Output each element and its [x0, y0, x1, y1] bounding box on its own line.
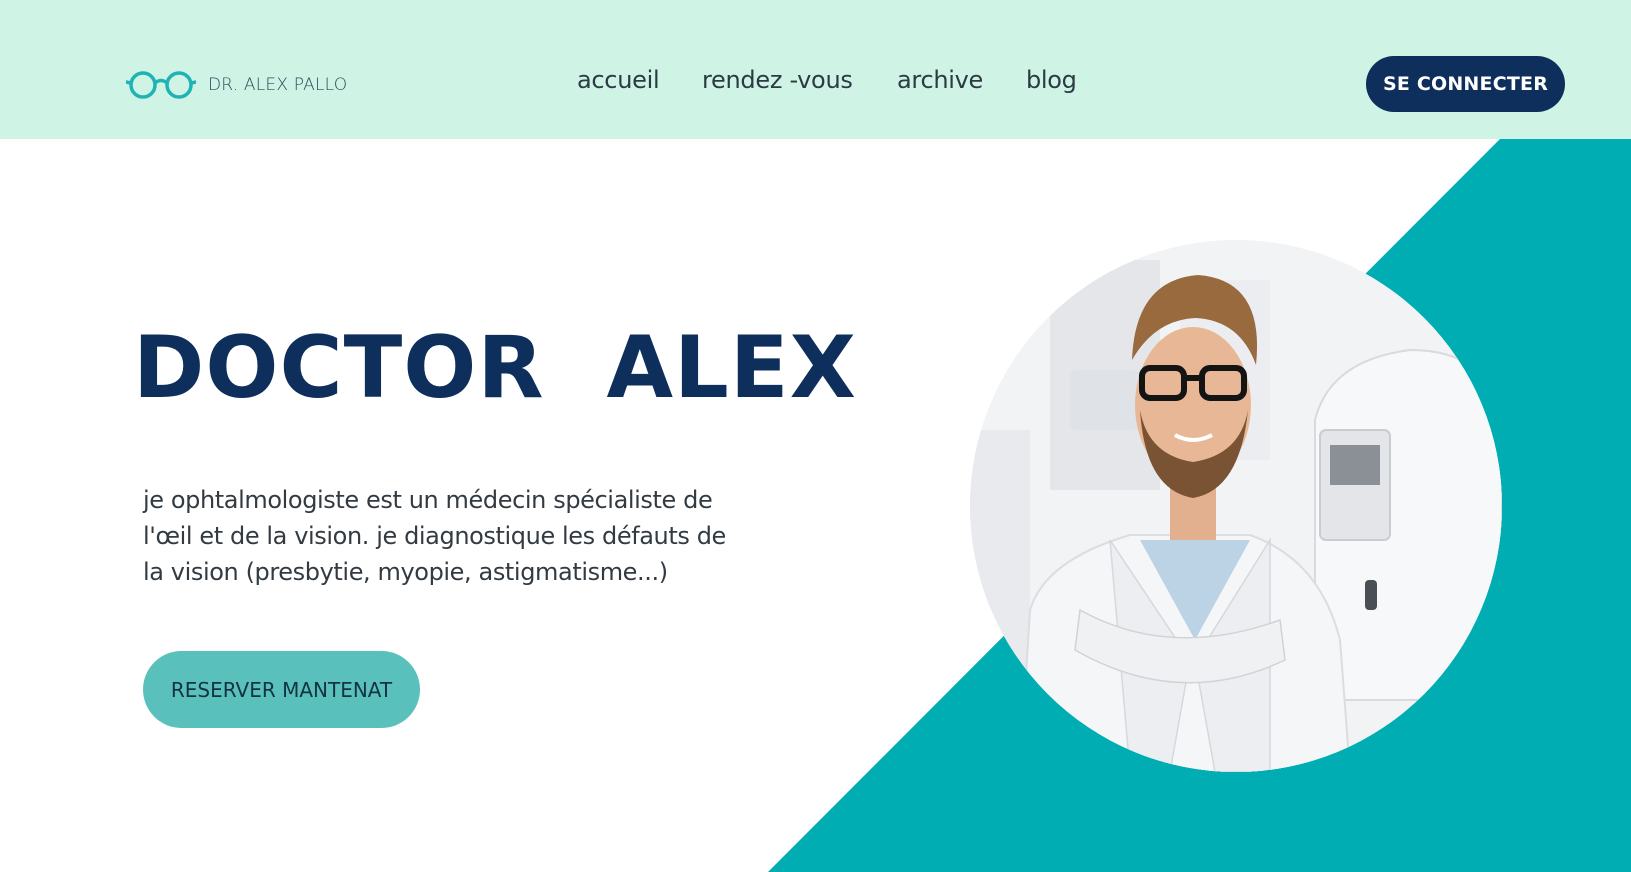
glasses-icon [126, 71, 196, 99]
logo[interactable]: DR. ALEX PALLO [126, 69, 347, 101]
nav-accueil[interactable]: accueil [577, 66, 660, 94]
hero-description: je ophtalmologiste est un médecin spécia… [143, 486, 726, 586]
hero-title: DOCTOR ALEX [133, 318, 857, 418]
nav-blog[interactable]: blog [1026, 66, 1077, 94]
nav-rendez-vous[interactable]: rendez -vous [702, 66, 853, 94]
book-now-button[interactable]: RESERVER MANTENAT [143, 651, 420, 728]
doctor-photo [970, 240, 1502, 772]
brand-name: DR. ALEX PALLO [208, 75, 348, 95]
site-header: DR. ALEX PALLO accueil rendez -vous arch… [0, 0, 1631, 139]
login-button[interactable]: SE CONNECTER [1366, 56, 1565, 112]
nav-archive[interactable]: archive [897, 66, 983, 94]
